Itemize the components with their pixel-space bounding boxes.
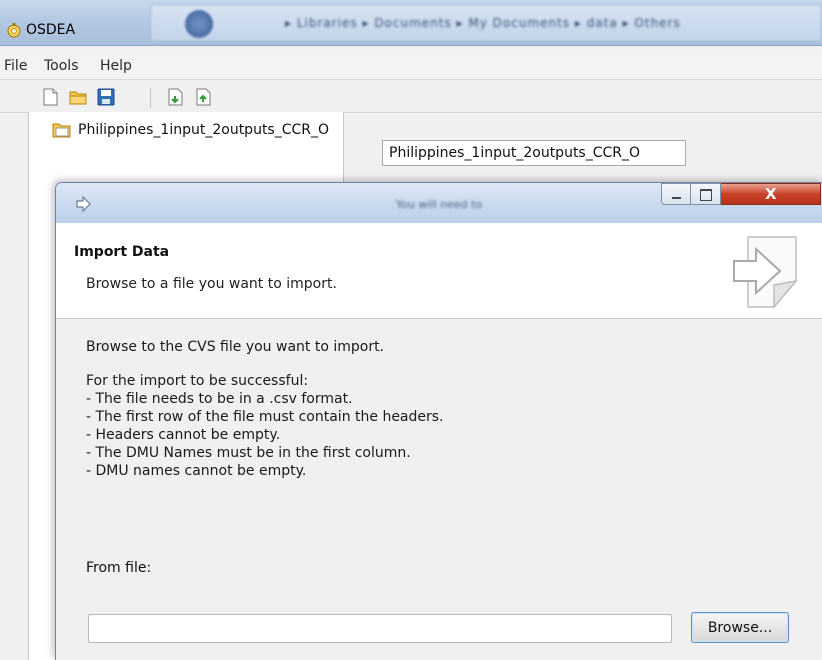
minimize-button[interactable] (661, 183, 691, 205)
menu-bar: File Tools Help (0, 54, 822, 80)
rule-item: - The first row of the file must contain… (86, 409, 444, 425)
rule-item: - DMU names cannot be empty. (86, 463, 307, 479)
import-dialog: You will need to X Import Data Browse to… (55, 182, 822, 660)
dialog-header: Import Data Browse to a file you want to… (56, 223, 822, 319)
menu-file[interactable]: File (4, 58, 27, 74)
dialog-background-title: You will need to (396, 198, 483, 211)
rules-heading: For the import to be successful: (86, 373, 309, 389)
rule-item: - Headers cannot be empty. (86, 427, 281, 443)
model-name-field[interactable]: Philippines_1input_2outputs_CCR_O (382, 140, 686, 166)
menu-tools[interactable]: Tools (44, 58, 79, 74)
dialog-titlebar: You will need to X (56, 183, 822, 223)
close-icon: X (765, 185, 777, 203)
import-page-icon (733, 236, 798, 310)
app-logo-icon (7, 23, 21, 38)
new-file-icon[interactable] (40, 87, 60, 107)
menu-help[interactable]: Help (100, 58, 132, 74)
dialog-body: Browse to the CVS file you want to impor… (86, 338, 806, 480)
toolbar-separator (150, 88, 151, 108)
dialog-description: Browse to a file you want to import. (86, 276, 337, 292)
export-icon[interactable] (193, 87, 213, 107)
import-instructions: Browse to the CVS file you want to impor… (86, 339, 385, 355)
dialog-title: Import Data (74, 244, 170, 260)
rule-item: - The DMU Names must be in the first col… (86, 445, 411, 461)
browse-button[interactable]: Browse... (691, 612, 789, 643)
save-icon[interactable] (96, 87, 116, 107)
close-button[interactable]: X (721, 183, 821, 205)
import-icon[interactable] (165, 87, 185, 107)
file-path-input[interactable] (88, 614, 672, 643)
tree-item-label: Philippines_1input_2outputs_CCR_O (78, 122, 330, 138)
tree-item-model[interactable]: Philippines_1input_2outputs_CCR_O (52, 120, 342, 140)
open-folder-icon[interactable] (68, 87, 88, 107)
app-titlebar: OSDEA ▸ Libraries ▸ Documents ▸ My Docum… (0, 0, 822, 46)
maximize-button[interactable] (691, 183, 721, 205)
rule-item: - The file needs to be in a .csv format. (86, 391, 353, 407)
background-nav-icon (185, 10, 213, 38)
folder-icon (52, 123, 71, 138)
toolbar (0, 82, 822, 112)
background-breadcrumb: ▸ Libraries ▸ Documents ▸ My Documents ▸… (285, 16, 681, 30)
import-arrow-icon (76, 195, 91, 213)
from-file-label: From file: (86, 560, 152, 576)
app-title: OSDEA (26, 22, 76, 38)
